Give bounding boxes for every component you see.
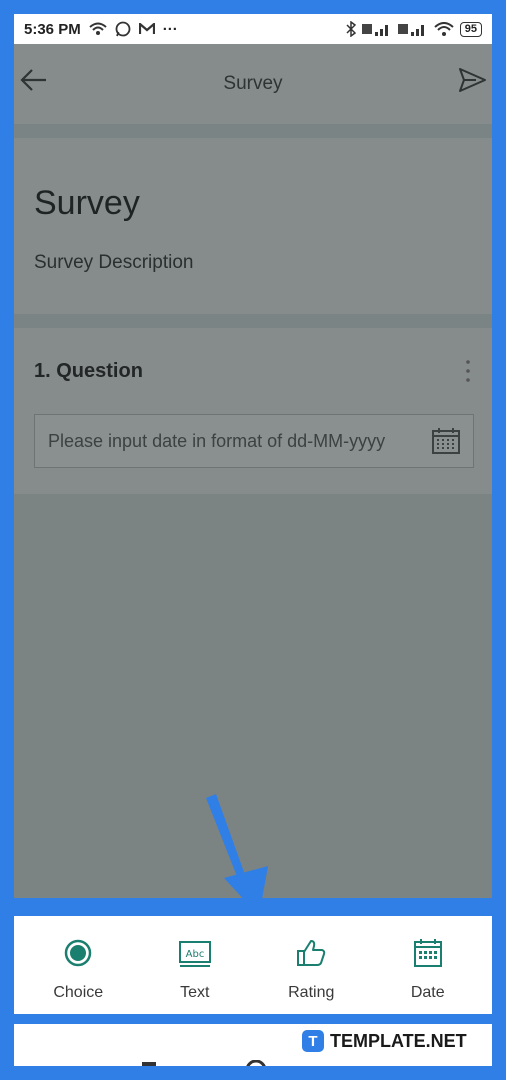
system-nav-bar: T TEMPLATE.NET — [14, 1024, 492, 1066]
tray-label-text: Text — [180, 984, 210, 1001]
status-more-dots: ··· — [162, 20, 178, 38]
date-placeholder: Please input date in format of dd-MM-yyy… — [48, 430, 386, 451]
status-time: 5:36 PM — [24, 20, 81, 38]
signal-1-icon — [361, 24, 388, 36]
signal-2-icon — [397, 24, 424, 36]
form-description[interactable]: Survey Description — [34, 252, 193, 274]
question-card[interactable]: 1. Question Please input date in format … — [14, 328, 492, 494]
bluetooth-icon — [346, 21, 356, 37]
tray-label-date: Date — [410, 984, 445, 1001]
back-arrow-icon[interactable] — [18, 64, 50, 96]
status-bar: 5:36 PM ··· 95 — [14, 14, 492, 44]
tray-item-text[interactable]: Abc Text — [145, 916, 245, 1002]
question-title[interactable]: 1. Question — [34, 360, 143, 383]
section-divider — [14, 124, 492, 138]
section-divider — [14, 314, 492, 328]
calendar-icon[interactable] — [431, 427, 461, 455]
template-logo-text: TEMPLATE.NET — [330, 1030, 467, 1051]
tray-item-date[interactable]: Date — [378, 916, 478, 1002]
home-icon — [246, 1060, 266, 1066]
more-vertical-icon[interactable] — [464, 358, 472, 384]
calendar-icon — [413, 939, 442, 967]
phone-screen: 5:36 PM ··· 95 Survey Survey Survey Desc… — [14, 14, 492, 1066]
question-type-tray: Choice Abc Text Rating Date — [20, 916, 486, 1014]
form-title[interactable]: Survey — [34, 184, 140, 223]
recents-icon — [142, 1062, 156, 1066]
thumbs-up-icon — [297, 940, 326, 966]
template-logo: T TEMPLATE.NET — [302, 1030, 467, 1052]
date-answer-field[interactable]: Please input date in format of dd-MM-yyy… — [34, 414, 474, 468]
send-icon[interactable] — [456, 64, 488, 96]
whatsapp-icon — [115, 21, 131, 37]
choice-radio-icon — [65, 939, 92, 967]
battery-indicator: 95 — [459, 21, 482, 37]
frame-band — [14, 898, 492, 916]
app-toolbar: Survey — [14, 44, 492, 124]
frame-band — [14, 1014, 492, 1024]
survey-editor: Survey Survey Survey Description 1. Ques… — [14, 44, 492, 912]
text-abc-icon: Abc — [178, 941, 211, 967]
template-logo-badge: T — [302, 1030, 324, 1052]
wifi-call-icon — [89, 22, 107, 35]
form-header-card[interactable]: Survey Survey Description — [14, 138, 492, 314]
nav-buttons — [142, 1060, 266, 1066]
svg-text:Abc: Abc — [185, 949, 204, 960]
tray-label-choice: Choice — [53, 984, 104, 1001]
wifi-icon — [434, 22, 454, 36]
tray-label-rating: Rating — [288, 984, 335, 1001]
tray-item-choice[interactable]: Choice — [28, 916, 128, 1002]
tray-item-rating[interactable]: Rating — [261, 916, 361, 1002]
toolbar-title: Survey — [223, 73, 283, 94]
gmail-icon — [138, 23, 155, 34]
